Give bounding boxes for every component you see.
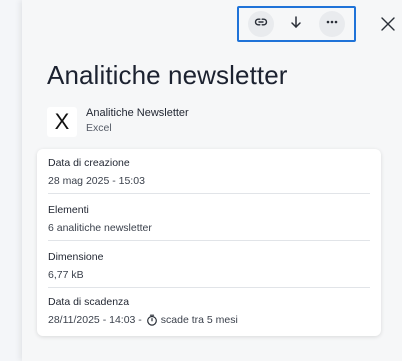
more-options-button[interactable] [319, 11, 346, 37]
timer-icon [146, 314, 158, 326]
file-name: Analitiche Newsletter [86, 107, 189, 119]
details-card: Data di creazione 28 mag 2025 - 15:03 El… [37, 149, 381, 336]
items-value: 6 analitiche newsletter [48, 222, 152, 234]
expiry-value: 28/11/2025 - 14:03 - [48, 314, 142, 326]
divider [48, 193, 370, 194]
divider [48, 287, 370, 288]
detail-size: Dimensione 6,77 kB [48, 250, 370, 283]
size-value: 6,77 kB [48, 269, 84, 281]
file-info: X Analitiche Newsletter Excel [47, 106, 189, 137]
more-horizontal-icon [325, 15, 339, 34]
detail-expiry: Data di scadenza 28/11/2025 - 14:03 - sc… [48, 295, 370, 328]
expiry-note: scade tra 5 mesi [160, 314, 238, 326]
close-button[interactable] [378, 16, 398, 36]
excel-file-icon: X [47, 107, 77, 137]
action-toolbar [237, 6, 356, 42]
close-icon [381, 16, 395, 36]
background-strip [0, 0, 22, 361]
detail-created: Data di creazione 28 mag 2025 - 15:03 [48, 156, 370, 189]
divider [48, 240, 370, 241]
created-value: 28 mag 2025 - 15:03 [48, 175, 145, 187]
items-label: Elementi [48, 204, 89, 216]
size-label: Dimensione [48, 251, 104, 263]
arrow-down-icon [289, 15, 303, 34]
download-button[interactable] [283, 11, 309, 37]
expiry-label: Data di scadenza [48, 296, 130, 308]
file-type: Excel [86, 122, 112, 134]
expiry-value-row: 28/11/2025 - 14:03 - scade tra 5 mesi [48, 312, 370, 328]
link-icon [254, 15, 268, 34]
created-label: Data di creazione [48, 157, 130, 169]
detail-items: Elementi 6 analitiche newsletter [48, 203, 370, 236]
page-title: Analitiche newsletter [47, 60, 288, 90]
copy-link-button[interactable] [247, 11, 274, 37]
